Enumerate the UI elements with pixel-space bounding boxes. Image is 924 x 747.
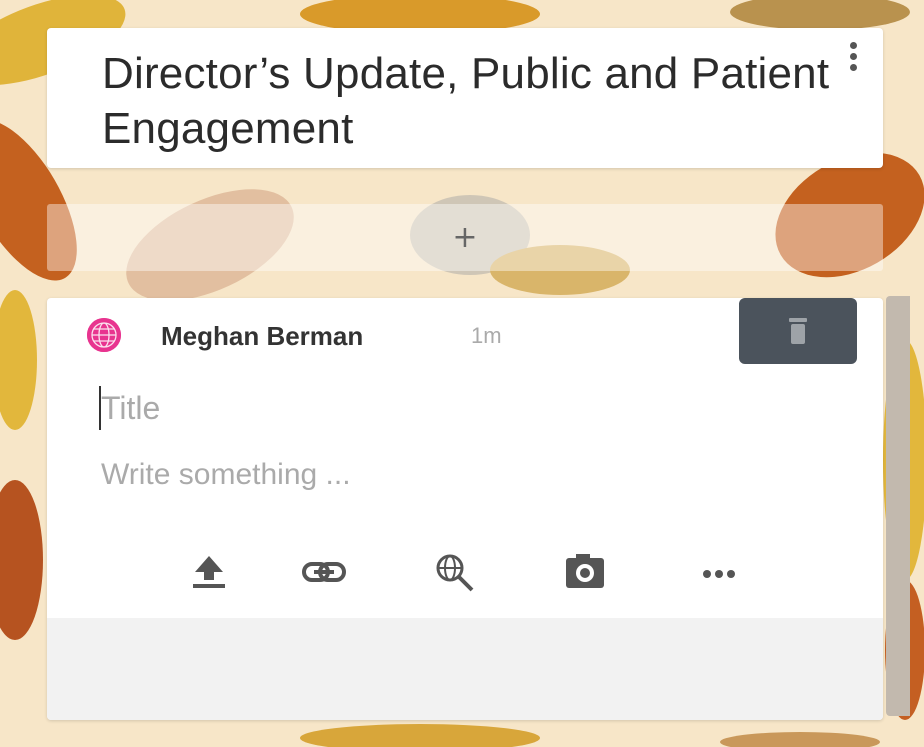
author-name: Meghan Berman (161, 321, 364, 351)
camera-button[interactable] (562, 550, 610, 594)
upload-icon (193, 556, 225, 588)
section-title: Director’s Update, Public and Patient En… (102, 49, 830, 153)
link-button[interactable] (300, 550, 348, 594)
post-footer (47, 618, 883, 720)
post-body-input[interactable] (101, 452, 701, 498)
search-web-icon (436, 554, 474, 592)
add-post-button[interactable]: + (47, 204, 883, 271)
avatar (87, 318, 121, 352)
plus-icon: + (452, 220, 478, 255)
post-composer-card: Meghan Berman 1m (47, 298, 883, 720)
upload-button[interactable] (185, 550, 233, 594)
delete-button[interactable] (739, 298, 857, 364)
search-web-button[interactable] (431, 550, 479, 594)
more-vert-icon[interactable] (847, 42, 859, 78)
camera-icon (566, 554, 604, 588)
link-icon (302, 562, 346, 582)
more-options-button[interactable] (695, 550, 743, 594)
post-title-input[interactable] (99, 386, 701, 430)
more-icon (703, 570, 735, 578)
post-timestamp: 1m (471, 323, 502, 348)
trash-icon (789, 318, 807, 344)
section-header-card: Director’s Update, Public and Patient En… (47, 28, 883, 168)
globe-icon (87, 318, 121, 352)
scrollbar[interactable] (886, 296, 910, 716)
